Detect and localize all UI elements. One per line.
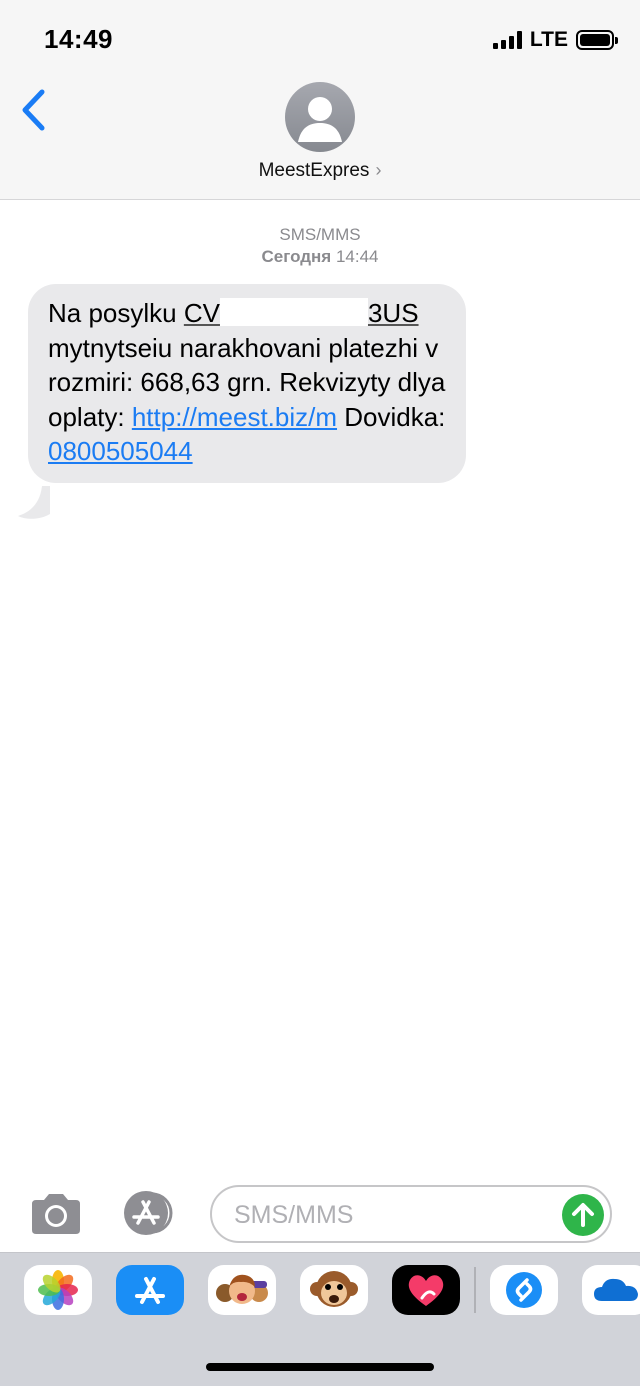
help-label: Dovidka: [337,401,446,432]
payment-link[interactable]: http://meest.biz/m [132,402,337,432]
app-store-icon[interactable] [116,1265,184,1315]
tracking-end: 3US [367,298,419,328]
home-indicator [206,1363,434,1371]
send-button[interactable] [562,1194,604,1236]
bubble-tail [18,486,50,519]
drawer-separator [474,1267,476,1313]
digital-touch-icon[interactable] [392,1265,460,1315]
message-input[interactable]: SMS/MMS [210,1185,612,1243]
nav-header: 14:49 LTE MeestExpres › [0,0,640,200]
redaction-box [219,298,368,326]
back-chevron-icon[interactable] [18,88,48,132]
battery-icon [576,30,618,50]
camera-icon[interactable] [28,1192,84,1236]
help-phone-link[interactable]: 0800505044 [48,436,193,466]
thread-time: 14:44 [335,247,379,266]
animoji-monkey-icon[interactable] [300,1265,368,1315]
onedrive-icon[interactable] [582,1265,640,1315]
memoji-icon[interactable] [208,1265,276,1315]
signal-icon [492,31,522,49]
network-label: LTE [529,28,568,51]
message-bubble[interactable]: Na posylku CV 3US mytnytseiu narakhovani … [28,284,466,483]
composer-bar: SMS/MMS [0,1176,640,1252]
photos-icon[interactable] [24,1265,92,1315]
arrow-up-icon [572,1203,594,1227]
status-time: 14:49 [44,24,113,54]
contact-avatar[interactable] [285,82,355,152]
thread-day: Сегодня [261,247,332,266]
chevron-right-icon: › [375,160,382,180]
message-placeholder: SMS/MMS [234,1201,354,1229]
message-prefix: Na posylku [48,298,184,328]
status-icons: LTE [492,28,618,52]
shazam-icon[interactable] [490,1265,558,1315]
contact-name-row[interactable]: MeestExpres › [0,160,640,182]
app-store-button-icon[interactable] [118,1190,180,1236]
service-label: SMS/MMS [279,225,361,244]
tracking-start: CV [183,298,220,328]
thread-meta: SMS/MMS Сегодня 14:44 [0,224,640,268]
tracking-number[interactable]: CV 3US [184,298,419,328]
person-icon [298,97,342,142]
contact-name: MeestExpres [258,160,370,181]
